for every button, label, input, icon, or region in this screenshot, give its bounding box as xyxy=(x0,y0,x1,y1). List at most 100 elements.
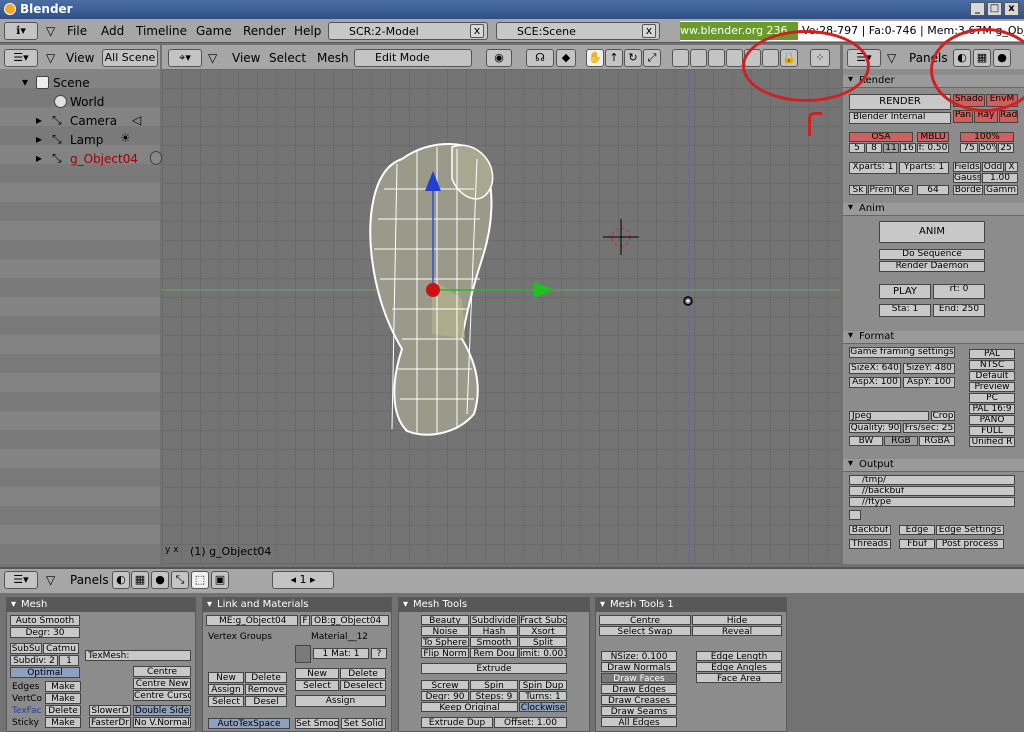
collapse-icon[interactable]: ▽ xyxy=(46,24,55,38)
mesh-panel-title[interactable]: Mesh xyxy=(7,598,195,612)
autosmooth-degr-field[interactable]: Degr: 30 xyxy=(10,627,80,638)
collapse-icon[interactable]: ▽ xyxy=(887,51,896,65)
spin-degr-field[interactable]: Degr: 90 xyxy=(421,691,469,701)
centre-button[interactable]: Centre xyxy=(133,666,191,677)
material-select-button[interactable]: Select xyxy=(295,680,339,691)
preset-pano[interactable]: PANO xyxy=(969,415,1015,425)
preset-full[interactable]: FULL xyxy=(969,426,1015,436)
menu-timeline[interactable]: Timeline xyxy=(136,24,187,38)
sizex-field[interactable]: SizeX: 640 xyxy=(849,363,901,374)
spin-steps-field[interactable]: Steps: 9 xyxy=(470,691,518,701)
osa-8[interactable]: 8 xyxy=(866,143,882,153)
bits-select[interactable]: 64 xyxy=(917,185,949,195)
fields-toggle[interactable]: Fields xyxy=(953,162,981,172)
subdivide-button[interactable]: Subdivide xyxy=(470,615,518,625)
double-sided-toggle[interactable]: Double Side xyxy=(133,705,191,716)
screen-delete-icon[interactable]: x xyxy=(470,24,484,38)
radio-toggle[interactable]: Radi xyxy=(999,110,1018,123)
script-icon[interactable]: ▦ xyxy=(131,571,149,589)
spin-dup-button[interactable]: Spin Dup xyxy=(519,680,567,690)
edge-angles-toggle[interactable]: Edge Angles xyxy=(696,662,782,672)
object-datablock-field[interactable]: OB:g_Object04 xyxy=(311,615,389,626)
preset-pc[interactable]: PC xyxy=(969,393,1015,403)
key-toggle[interactable]: Ke xyxy=(895,185,913,195)
outliner-item-lamp[interactable]: ▸ ⤡ Lamp ☀ xyxy=(0,130,160,149)
size-25[interactable]: 25 xyxy=(998,143,1014,153)
osa-11[interactable]: 11 xyxy=(883,143,899,153)
edge-length-toggle[interactable]: Edge Length xyxy=(696,651,782,661)
extrude-offset-field[interactable]: Offset: 1.00 xyxy=(494,717,567,728)
xparts-field[interactable]: Xparts: 1 xyxy=(849,162,897,174)
game-framing-button[interactable]: Game framing settings xyxy=(849,347,955,358)
limit-field[interactable]: imit: 0.001 xyxy=(519,648,567,658)
rgba-toggle[interactable]: RGBA xyxy=(919,436,955,446)
beauty-toggle[interactable]: Beauty xyxy=(421,615,469,625)
link-panel-title[interactable]: Link and Materials xyxy=(203,598,391,612)
all-edges-toggle[interactable]: All Edges xyxy=(601,717,677,727)
outliner-item-world[interactable]: World xyxy=(0,92,160,111)
render-size-percent[interactable]: 100% xyxy=(960,132,1014,142)
format-section-header[interactable]: Format xyxy=(843,330,1024,344)
preset-preview[interactable]: Preview xyxy=(969,382,1015,392)
border-toggle[interactable]: Borde xyxy=(953,185,983,195)
vgroup-delete-button[interactable]: Delete xyxy=(245,672,287,683)
screw-turns-field[interactable]: Turns: 1 xyxy=(519,691,567,701)
view3d-view-menu[interactable]: View xyxy=(232,51,260,65)
mesh-datablock-field[interactable]: ME:g_Object04 xyxy=(206,615,298,626)
play-button[interactable]: PLAY xyxy=(879,284,931,299)
slower-draw-button[interactable]: SlowerD xyxy=(89,705,131,716)
menu-help[interactable]: Help xyxy=(294,24,321,38)
view3d-select-menu[interactable]: Select xyxy=(269,51,306,65)
vertcol-make-button[interactable]: Make xyxy=(45,693,81,704)
post-process-button[interactable]: Post process xyxy=(936,539,1004,549)
menu-game[interactable]: Game xyxy=(196,24,232,38)
subdiv-render-field[interactable]: 1 xyxy=(59,655,79,666)
smooth-button[interactable]: Smooth xyxy=(470,637,518,647)
texface-delete-button[interactable]: Delete xyxy=(45,705,81,716)
editing-panel-icon[interactable]: ⬚ xyxy=(191,571,209,589)
preset-pal[interactable]: PAL xyxy=(969,349,1015,359)
sticky-make-button[interactable]: Make xyxy=(45,717,81,728)
render-button[interactable]: RENDER xyxy=(849,94,951,110)
size-50[interactable]: 50% xyxy=(979,143,997,153)
outliner-item-object[interactable]: ▸ ⤡ g_Object04 xyxy=(0,149,162,168)
mesh-tools1-title[interactable]: Mesh Tools 1 xyxy=(596,598,786,612)
preset-default[interactable]: Default xyxy=(969,371,1015,381)
set-smooth-button[interactable]: Set Smoot xyxy=(295,718,339,729)
centre-new-button[interactable]: Centre New xyxy=(133,678,191,689)
draw-normals-toggle[interactable]: Draw Normals xyxy=(601,662,677,672)
end-frame-field[interactable]: End: 250 xyxy=(933,304,985,317)
draw-faces-toggle[interactable]: Draw Faces xyxy=(601,673,677,683)
backbuf-toggle[interactable]: Backbuf xyxy=(849,525,891,535)
preset-pal169[interactable]: PAL 16:9 xyxy=(969,404,1015,414)
rotate-manipulator-icon[interactable]: ↻ xyxy=(624,49,642,67)
auto-smooth-toggle[interactable]: Auto Smooth xyxy=(10,615,80,626)
rgb-toggle[interactable]: RGB xyxy=(884,436,918,446)
rt-field[interactable]: rt: 0 xyxy=(933,284,985,299)
draw-seams-toggle[interactable]: Draw Seams xyxy=(601,706,677,716)
expand-icon[interactable]: ▾ xyxy=(22,75,28,89)
collapse-icon[interactable]: ▽ xyxy=(46,573,55,587)
flip-normals-button[interactable]: Flip Norm xyxy=(421,648,469,658)
material-new-button[interactable]: New xyxy=(295,668,339,679)
outliner-item-camera[interactable]: ▸ ⤡ Camera ◁ xyxy=(0,111,160,130)
anim-button[interactable]: ANIM xyxy=(879,221,985,243)
pivot-icon[interactable]: ☊ xyxy=(526,49,554,67)
bottom-editor-type-icon[interactable]: ☰▾ xyxy=(4,571,38,589)
edges-make-button[interactable]: Make xyxy=(45,681,81,692)
osa-16[interactable]: 16 xyxy=(900,143,916,153)
shading-icon[interactable]: ◉ xyxy=(486,49,512,67)
render-engine-select[interactable]: Blender Internal xyxy=(849,112,951,124)
aspy-field[interactable]: AspY: 100 xyxy=(903,377,955,388)
optimal-toggle[interactable]: Optimal xyxy=(10,667,80,678)
layer-2[interactable] xyxy=(690,49,707,67)
set-solid-button[interactable]: Set Solid xyxy=(341,718,386,729)
faster-draw-button[interactable]: FasterDr xyxy=(89,717,131,728)
scene-link-toggle[interactable] xyxy=(849,510,861,520)
outliner-item-scene[interactable]: ▾ Scene xyxy=(0,73,160,92)
vgroup-assign-button[interactable]: Assign xyxy=(208,684,244,695)
shading-panel-icon[interactable]: ● xyxy=(151,571,169,589)
hash-button[interactable]: Hash xyxy=(470,626,518,636)
layer-4[interactable] xyxy=(726,49,743,67)
object-panel-icon[interactable]: ⤡ xyxy=(171,571,189,589)
